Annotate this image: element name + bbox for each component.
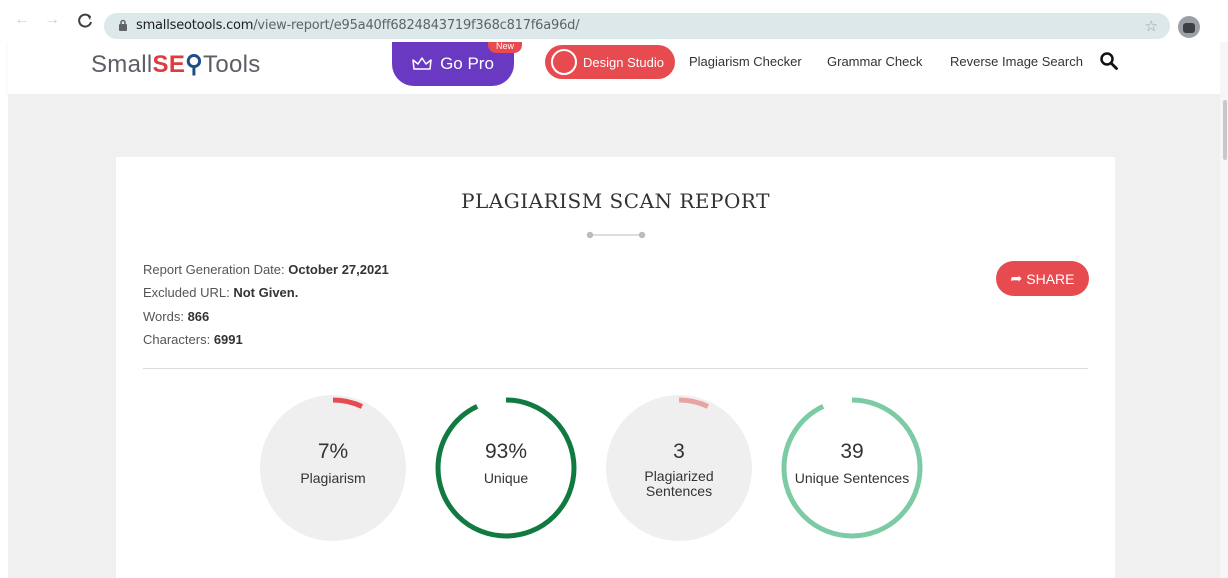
forward-arrow-icon[interactable]: → bbox=[44, 12, 60, 28]
title-divider-decoration bbox=[586, 231, 646, 239]
section-divider bbox=[143, 368, 1088, 369]
logo-s: S bbox=[152, 51, 169, 78]
profile-avatar[interactable] bbox=[1178, 16, 1200, 38]
stat-ring-arc bbox=[262, 397, 404, 539]
design-studio-button[interactable]: Design Studio bbox=[545, 45, 675, 79]
logo-prefix: Small bbox=[91, 51, 153, 78]
stat-label: Unique bbox=[483, 470, 529, 486]
history-nav: ← → bbox=[14, 12, 60, 28]
report-title: PLAGIARISM SCAN REPORT bbox=[461, 189, 770, 213]
stat-ring-arc bbox=[781, 397, 923, 539]
nav-grammar-check[interactable]: Grammar Check bbox=[827, 54, 922, 69]
stat-label: Unique Sentences bbox=[794, 470, 910, 486]
report-card: PLAGIARISM SCAN REPORT Report Generation… bbox=[116, 157, 1115, 578]
meta-label: Characters: bbox=[143, 332, 214, 347]
meta-report-date: Report Generation Date: October 27,2021 bbox=[143, 262, 389, 277]
nav-reverse-image-search[interactable]: Reverse Image Search bbox=[950, 54, 1083, 69]
design-studio-logo-icon bbox=[551, 49, 577, 75]
meta-value: Not Given. bbox=[233, 285, 299, 300]
share-button[interactable]: ➦ SHARE bbox=[996, 261, 1089, 296]
go-pro-label: Go Pro bbox=[440, 54, 494, 73]
meta-label: Words: bbox=[143, 309, 188, 324]
site-logo[interactable]: SmallSE⚲Tools bbox=[91, 50, 261, 79]
stat-unique-sentences: 39 Unique Sentences bbox=[779, 395, 925, 541]
address-bar[interactable]: smallseotools.com/view-report/e95a40ff68… bbox=[104, 13, 1170, 39]
url-path: /view-report/e95a40ff6824843719f368c817f… bbox=[253, 18, 580, 33]
stat-value: 3 bbox=[673, 440, 685, 463]
stat-ring bbox=[262, 397, 404, 539]
stat-plagiarism: 7% Plagiarism bbox=[260, 395, 406, 541]
meta-value: October 27,2021 bbox=[288, 262, 389, 277]
url-host: smallseotools.com bbox=[136, 18, 254, 33]
meta-label: Report Generation Date: bbox=[143, 262, 289, 277]
meta-words: Words: 866 bbox=[143, 309, 209, 324]
meta-label: Excluded URL: bbox=[143, 285, 234, 300]
meta-excluded-url: Excluded URL: Not Given. bbox=[143, 285, 298, 300]
reload-icon[interactable] bbox=[76, 12, 94, 30]
logo-suffix: Tools bbox=[203, 51, 261, 78]
design-studio-label: Design Studio bbox=[583, 54, 664, 70]
logo-e: E bbox=[168, 51, 186, 78]
bookmark-star-icon[interactable]: ☆ bbox=[1145, 17, 1158, 35]
nav-plagiarism-checker[interactable]: Plagiarism Checker bbox=[689, 54, 802, 69]
stat-label: Plagiarized Sentences bbox=[644, 468, 714, 499]
stat-value: 93% bbox=[484, 440, 528, 463]
new-badge: New bbox=[488, 42, 522, 53]
site-header: SmallSE⚲Tools Go Pro New Design Studio P… bbox=[8, 42, 1220, 94]
search-icon[interactable] bbox=[1100, 52, 1118, 70]
meta-characters: Characters: 6991 bbox=[143, 332, 243, 347]
share-arrow-icon: ➦ bbox=[1010, 270, 1023, 286]
stat-plagiarized-sentences: 3 Plagiarized Sentences bbox=[606, 395, 752, 541]
browser-toolbar: ← → smallseotools.com/view-report/e95a40… bbox=[0, 0, 1228, 42]
meta-value: 6991 bbox=[213, 332, 243, 347]
stat-value: 39 bbox=[840, 440, 864, 463]
stat-label: Plagiarism bbox=[300, 470, 366, 486]
crown-icon bbox=[412, 57, 432, 70]
stat-ring bbox=[435, 397, 577, 539]
magnifier-o-icon: ⚲ bbox=[185, 51, 204, 78]
lock-icon bbox=[119, 19, 127, 31]
stat-ring bbox=[781, 397, 923, 539]
stat-ring-arc bbox=[435, 397, 577, 539]
scrollbar-thumb[interactable] bbox=[1223, 100, 1227, 160]
url-text: smallseotools.com/view-report/e95a40ff68… bbox=[136, 18, 580, 33]
stat-value: 7% bbox=[317, 440, 349, 463]
back-arrow-icon[interactable]: ← bbox=[14, 12, 30, 28]
share-label: SHARE bbox=[1026, 270, 1075, 287]
meta-value: 866 bbox=[187, 309, 210, 324]
stat-unique: 93% Unique bbox=[433, 395, 579, 541]
